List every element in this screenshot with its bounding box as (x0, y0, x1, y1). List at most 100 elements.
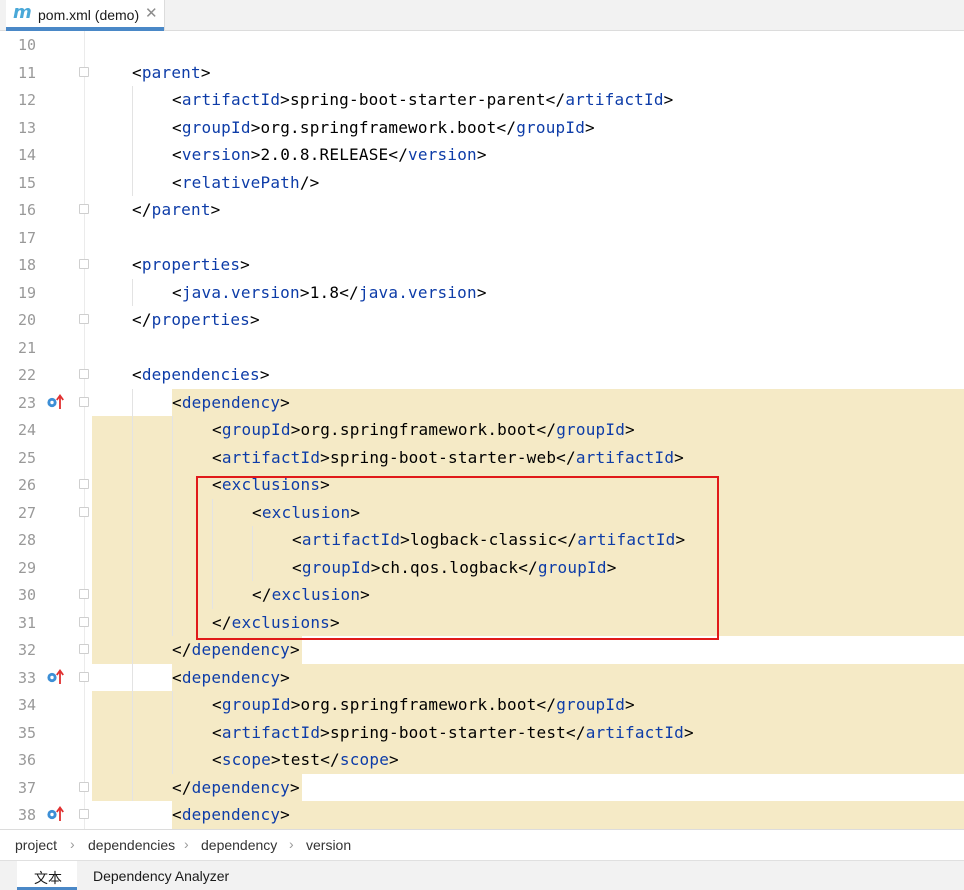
code-text: <dependency> (172, 805, 291, 824)
fold-toggle-icon[interactable] (79, 259, 89, 269)
chevron-right-icon: › (184, 836, 189, 852)
bottom-tab-label: Dependency Analyzer (93, 868, 230, 884)
code-line[interactable]: 34 <groupId>org.springframework.boot</gro… (0, 691, 964, 719)
tab-title: pom.xml (demo) (38, 7, 140, 23)
fold-toggle-icon[interactable] (79, 479, 89, 489)
code-line[interactable]: 21 (0, 334, 964, 362)
code-line[interactable]: 20 </properties> (0, 306, 964, 334)
code-line[interactable]: 22 <dependencies> (0, 361, 964, 389)
fold-toggle-icon[interactable] (79, 616, 89, 627)
line-number: 34 (17, 696, 36, 714)
code-text: <groupId>org.springframework.boot</group… (212, 420, 635, 439)
fold-toggle-icon[interactable] (79, 671, 89, 682)
code-text: <artifactId>spring-boot-starter-parent</… (172, 90, 674, 109)
tab-text[interactable]: 文本 (17, 861, 77, 890)
code-line[interactable]: 35 <artifactId>spring-boot-starter-test</… (0, 718, 964, 746)
code-line[interactable]: 36 <scope>test</scope> (0, 746, 964, 774)
fold-toggle-icon[interactable] (79, 396, 89, 407)
code-line[interactable]: 33 <dependency> (0, 663, 964, 691)
breadcrumb-item-project[interactable]: project (15, 837, 57, 853)
chevron-right-icon: › (289, 836, 294, 852)
code-editor[interactable]: 10 11 <parent> 12 <artifactId>spring-boot-st… (0, 31, 964, 829)
code-text: <artifactId>spring-boot-starter-web</art… (212, 447, 685, 467)
line-number: 29 (17, 558, 36, 577)
code-line[interactable]: 13 <groupId>org.springframework.boot</gro… (0, 114, 964, 142)
fold-toggle-icon[interactable] (79, 506, 89, 517)
tab-pom-xml[interactable]: m pom.xml (demo) ✕ (6, 0, 165, 31)
line-number: 23 (17, 393, 36, 412)
breadcrumb-item-dependency[interactable]: dependency (201, 837, 277, 853)
fold-toggle-icon[interactable] (79, 809, 89, 819)
code-text: </parent> (132, 200, 221, 219)
line-number: 19 (17, 283, 36, 302)
line-number: 17 (17, 228, 36, 247)
code-text: <dependency> (172, 667, 291, 687)
line-number: 38 (17, 806, 36, 824)
line-number: 30 (17, 586, 36, 604)
code-line[interactable]: 15 <relativePath/> (0, 169, 964, 197)
code-line[interactable]: 18 <properties> (0, 251, 964, 279)
line-number: 10 (17, 36, 36, 54)
code-line[interactable]: 10 (0, 31, 964, 59)
fold-toggle-icon[interactable] (79, 589, 89, 599)
line-number: 28 (17, 531, 36, 549)
breadcrumb-item-dependencies[interactable]: dependencies (88, 837, 175, 853)
overrides-dependency-icon[interactable] (46, 393, 66, 411)
line-number: 14 (17, 146, 36, 164)
indent-guide (132, 388, 133, 801)
line-number: 37 (17, 778, 36, 797)
code-text: <groupId>org.springframework.boot</group… (212, 695, 635, 714)
code-text: <properties> (132, 255, 251, 274)
fold-toggle-icon[interactable] (79, 781, 89, 792)
breadcrumb-item-version[interactable]: version (306, 837, 351, 853)
code-text: </properties> (132, 310, 260, 329)
line-number: 12 (17, 91, 36, 109)
code-line[interactable]: 17 (0, 224, 964, 252)
code-line[interactable]: 23 <dependency> (0, 388, 964, 416)
code-text: </dependency> (172, 640, 300, 659)
line-number: 35 (17, 723, 36, 742)
code-line[interactable]: 19 <java.version>1.8</java.version> (0, 279, 964, 307)
overrides-dependency-icon[interactable] (46, 805, 66, 823)
tab-dependency-analyzer[interactable]: Dependency Analyzer (80, 861, 240, 890)
overrides-dependency-icon[interactable] (46, 668, 66, 686)
line-highlight (172, 388, 964, 416)
line-highlight (172, 801, 964, 829)
line-number: 22 (17, 366, 36, 384)
fold-toggle-icon[interactable] (79, 204, 89, 214)
line-number: 26 (17, 476, 36, 494)
code-line[interactable]: 25 <artifactId>spring-boot-starter-web</a… (0, 443, 964, 471)
fold-toggle-icon[interactable] (79, 66, 89, 77)
bottom-tab-label: 文本 (34, 870, 62, 886)
code-line[interactable]: 12 <artifactId>spring-boot-starter-parent… (0, 86, 964, 114)
code-line[interactable]: 38 <dependency> (0, 801, 964, 829)
code-line[interactable]: 32 </dependency> (0, 636, 964, 664)
line-number: 36 (17, 751, 36, 769)
code-text: <parent> (132, 62, 211, 82)
line-number: 20 (17, 311, 36, 329)
code-text: <dependency> (172, 392, 291, 412)
line-highlight (172, 663, 964, 691)
code-line[interactable]: 37 </dependency> (0, 773, 964, 801)
breadcrumb: project › dependencies › dependency › version (0, 829, 964, 860)
line-number: 16 (17, 201, 36, 219)
code-line[interactable]: 24 <groupId>org.springframework.boot</gro… (0, 416, 964, 444)
code-text: </dependency> (172, 777, 300, 797)
fold-toggle-icon[interactable] (79, 644, 89, 654)
code-text: <relativePath/> (172, 172, 320, 192)
indent-guide (172, 691, 173, 774)
line-number: 24 (17, 421, 36, 439)
code-line[interactable]: 11 <parent> (0, 59, 964, 87)
line-number: 15 (17, 173, 36, 192)
red-annotation-box (196, 476, 719, 640)
maven-m-icon: m (13, 2, 32, 23)
close-icon[interactable]: ✕ (145, 4, 158, 22)
fold-toggle-icon[interactable] (79, 314, 89, 324)
code-line[interactable]: 14 <version>2.0.8.RELEASE</version> (0, 141, 964, 169)
code-text: <groupId>org.springframework.boot</group… (172, 117, 595, 137)
indent-guide (172, 416, 173, 636)
chevron-right-icon: › (70, 836, 75, 852)
code-line[interactable]: 16 </parent> (0, 196, 964, 224)
code-text: <dependencies> (132, 365, 270, 384)
fold-toggle-icon[interactable] (79, 369, 89, 379)
